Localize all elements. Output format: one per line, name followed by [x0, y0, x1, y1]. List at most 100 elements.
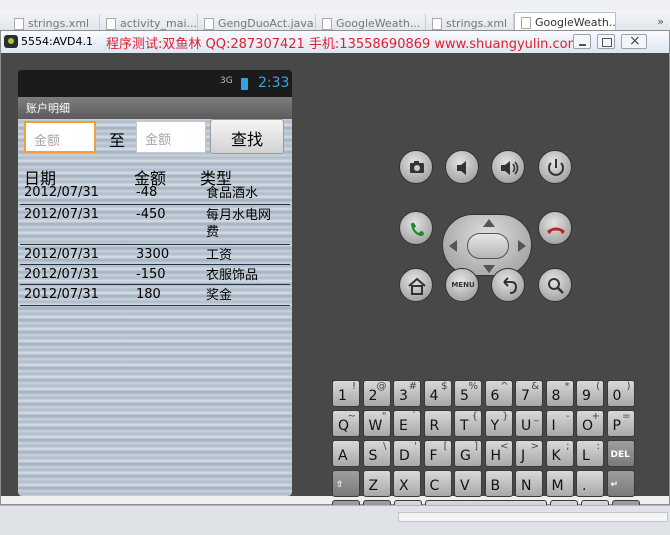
key-row2-0[interactable]: Q ~ [332, 410, 360, 437]
volume-down-button[interactable] [445, 150, 479, 184]
key-label: B [490, 478, 501, 494]
key-row3-0[interactable]: A [332, 440, 360, 467]
key-row1-7[interactable]: 8 * [545, 380, 574, 407]
key-row3-2[interactable]: D ' [393, 440, 421, 467]
key-row2-9[interactable]: P = [606, 410, 635, 437]
signal-indicator: 3G [220, 76, 233, 86]
key-label: 4 [429, 388, 439, 404]
key-sublabel: ^ [500, 381, 509, 392]
key-row1-9[interactable]: 0) [606, 380, 635, 407]
key-row3-3[interactable]: F[ [423, 440, 452, 467]
key-row2-6[interactable]: U _ [515, 410, 543, 437]
key-label: I [551, 418, 556, 434]
key-label: S [368, 448, 378, 464]
key-sublabel: @ [376, 381, 387, 392]
key-row2-3[interactable]: R [423, 410, 452, 437]
table-row[interactable]: 2012/07/31 -48 食品酒水 [20, 183, 290, 205]
key-label: P [612, 418, 621, 434]
close-button[interactable] [621, 33, 647, 49]
dpad-right-icon[interactable] [518, 240, 526, 252]
row-date: 2012/07/31 [24, 207, 99, 222]
key-row4-4[interactable]: V [454, 470, 482, 497]
key-row4-9[interactable]: ↵ [606, 470, 635, 497]
back-button[interactable] [491, 268, 525, 302]
android-app-icon [4, 35, 18, 48]
key-row2-5[interactable]: Y} [484, 410, 513, 437]
app-title: 账户明细 [26, 102, 70, 115]
key-row4-0[interactable]: ⇧ [332, 470, 360, 497]
key-row4-1[interactable]: Z [362, 470, 391, 497]
home-button[interactable] [399, 268, 433, 302]
key-sublabel: ) [626, 381, 631, 392]
tab-label: GoogleWeath... [535, 16, 616, 29]
key-label: D [399, 448, 410, 464]
key-label: Y [490, 418, 500, 434]
minimize-button[interactable] [573, 34, 591, 49]
status-bar: 3G 2:33 [18, 70, 292, 97]
dpad-left-icon[interactable] [449, 240, 457, 252]
key-label: G [460, 448, 471, 464]
camera-button[interactable] [399, 150, 433, 184]
end-call-button[interactable] [538, 211, 572, 245]
table-row[interactable]: 2012/07/31 -450 每月水电网费 [20, 205, 290, 245]
menu-button[interactable]: MENU [445, 268, 479, 302]
key-label: DEL [610, 450, 630, 460]
key-row3-5[interactable]: H < [484, 440, 513, 467]
key-label: 0 [612, 388, 622, 404]
key-row4-7[interactable]: M [545, 470, 574, 497]
key-row1-0[interactable]: 1! [332, 380, 360, 407]
key-row4-2[interactable]: X [393, 470, 421, 497]
search-button[interactable]: 查找 [210, 119, 284, 154]
table-row[interactable]: 2012/07/31 180 奖金 [20, 285, 290, 306]
key-row1-3[interactable]: 4 $ [423, 380, 452, 407]
call-button[interactable] [399, 211, 433, 245]
key-row3-8[interactable]: L: [576, 440, 604, 467]
dpad[interactable] [442, 214, 532, 276]
key-row1-4[interactable]: 5% [454, 380, 482, 407]
window-title: 5554:AVD4.1 [21, 35, 94, 48]
key-sublabel: ` [412, 411, 417, 422]
key-row2-8[interactable]: O + [576, 410, 604, 437]
key-row4-5[interactable]: B [484, 470, 513, 497]
power-icon [548, 159, 564, 176]
key-row3-4[interactable]: G] [454, 440, 482, 467]
key-row1-8[interactable]: 9( [576, 380, 604, 407]
key-row4-8[interactable]: . [576, 470, 604, 497]
key-row3-1[interactable]: S \ [362, 440, 391, 467]
tab-label: GoogleWeath... [336, 17, 421, 30]
key-row4-6[interactable]: N [515, 470, 543, 497]
volume-up-button[interactable] [491, 150, 525, 184]
key-row2-7[interactable]: I- [545, 410, 574, 437]
key-sublabel: _ [534, 411, 539, 422]
tab-overflow-button[interactable]: » [657, 15, 664, 28]
amount-from-input[interactable]: 金额 [24, 121, 96, 153]
key-row2-1[interactable]: W " [362, 410, 391, 437]
key-label: L [582, 448, 590, 464]
key-row3-6[interactable]: J > [515, 440, 543, 467]
maximize-button[interactable] [597, 34, 615, 49]
key-sublabel: ( [596, 381, 600, 392]
table-row[interactable]: 2012/07/31 -150 衣服饰品 [20, 265, 290, 285]
menu-label: MENU [451, 281, 475, 289]
key-row2-4[interactable]: T{ [454, 410, 482, 437]
key-row2-2[interactable]: E ` [393, 410, 421, 437]
amount-to-input[interactable]: 金额 [136, 121, 206, 153]
key-row1-5[interactable]: 6 ^ [484, 380, 513, 407]
key-row4-3[interactable]: C [423, 470, 452, 497]
key-row3-7[interactable]: K; [545, 440, 574, 467]
horizontal-scrollbar[interactable] [398, 512, 668, 522]
dpad-center-button[interactable] [467, 233, 509, 259]
key-sublabel: \ [383, 441, 387, 452]
key-row3-9[interactable]: DEL [606, 440, 635, 467]
key-sublabel: { [471, 411, 478, 422]
search-hw-button[interactable] [538, 268, 572, 302]
key-row1-6[interactable]: 7 & [515, 380, 543, 407]
java-file-icon [204, 18, 214, 30]
row-type: 衣服饰品 [206, 268, 259, 283]
key-row1-1[interactable]: 2 @ [362, 380, 391, 407]
power-button[interactable] [538, 150, 572, 184]
table-row[interactable]: 2012/07/31 3300 工资 [20, 245, 290, 265]
dpad-up-icon[interactable] [483, 219, 495, 227]
key-label: E [399, 418, 408, 434]
key-row1-2[interactable]: 3 # [393, 380, 421, 407]
